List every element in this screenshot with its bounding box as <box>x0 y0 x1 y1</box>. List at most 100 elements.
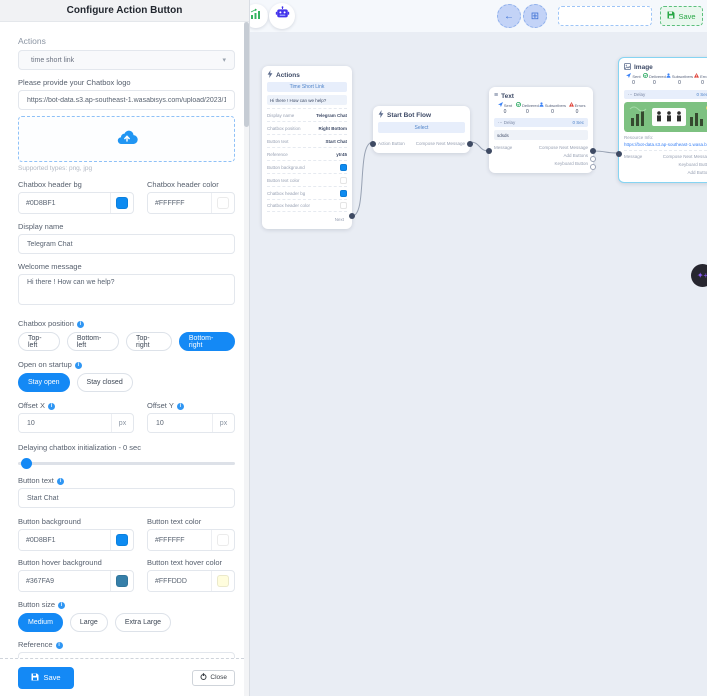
flow-canvas[interactable]: ← ⊞ Save Actions Time Short Lin <box>250 0 707 696</box>
text-content[interactable]: sdsds <box>494 130 588 140</box>
logo-upload-dropzone[interactable] <box>18 116 235 162</box>
color-swatch <box>340 202 347 209</box>
panel-title: Configure Action Button <box>0 0 249 22</box>
chatbox-header-color-swatch-button[interactable] <box>211 193 234 213</box>
image-thumbnail[interactable] <box>624 102 707 132</box>
scrollbar-thumb[interactable] <box>244 22 249 127</box>
action-select[interactable]: time short link ▾ <box>18 50 235 70</box>
color-swatch <box>217 197 229 209</box>
flow-name-input[interactable] <box>558 6 652 26</box>
close-button[interactable]: Close <box>192 670 235 686</box>
node-actions[interactable]: Actions Time Short Link Hi there ! How c… <box>262 66 352 229</box>
node-start-bot-flow[interactable]: Start Bot Flow Select Action Button Comp… <box>373 106 470 153</box>
select-flow-button[interactable]: Select <box>378 122 465 133</box>
position-top-right-pill[interactable]: Top-right <box>126 332 172 351</box>
welcome-message-label: Welcome message <box>18 262 235 271</box>
slider-thumb[interactable] <box>21 458 32 469</box>
slider-track[interactable] <box>18 462 235 465</box>
info-icon: i <box>75 362 82 369</box>
app-root: Configure Action Button Actions time sho… <box>0 0 707 696</box>
info-icon: i <box>177 403 184 410</box>
panel-scrollbar[interactable] <box>244 22 249 696</box>
position-bottom-right-pill[interactable]: Bottom-right <box>179 332 235 351</box>
config-row: Chatbox positionRight Bottom <box>267 121 347 134</box>
button-text-color-swatch-button[interactable] <box>211 530 234 550</box>
configure-action-button-panel: Configure Action Button Actions time sho… <box>0 0 250 696</box>
port-message-in[interactable] <box>616 151 622 157</box>
offset-x-group: px <box>18 413 134 433</box>
chatbox-header-bg-swatch-button[interactable] <box>110 193 133 213</box>
error-icon <box>569 102 574 108</box>
port-compose-next-out[interactable] <box>590 148 596 154</box>
analytics-shortcut-button[interactable] <box>250 4 268 28</box>
config-row: Referenceytr45 <box>267 147 347 160</box>
chatbox-position-pills: Top-left Bottom-left Top-right Bottom-ri… <box>18 332 235 351</box>
position-top-left-pill[interactable]: Top-left <box>18 332 60 351</box>
chatbox-header-bg-input[interactable] <box>19 193 110 213</box>
stat-errors: Errors 0 <box>566 102 588 115</box>
ellipsis-icon: ⋯ <box>628 92 633 97</box>
button-hover-background-swatch-button[interactable] <box>110 571 133 591</box>
stay-open-pill[interactable]: Stay open <box>18 373 70 392</box>
button-background-input[interactable] <box>19 530 110 550</box>
position-bottom-left-pill[interactable]: Bottom-left <box>67 332 119 351</box>
delay-slider[interactable] <box>18 457 235 469</box>
canvas-save-button[interactable]: Save <box>660 6 703 26</box>
size-large-pill[interactable]: Large <box>70 613 108 632</box>
grid-layout-button[interactable]: ⊞ <box>523 4 547 28</box>
delay-row[interactable]: ⋯ Delay 0 Sec <box>494 118 588 127</box>
offset-y-input[interactable] <box>148 414 212 432</box>
stat-sent: Sent 0 <box>624 73 643 87</box>
robot-icon <box>275 6 290 26</box>
node-image[interactable]: Image Sent 0 Delivered 0 Subscribers 0 E… <box>618 57 707 183</box>
resource-url-link[interactable]: https://bot-data.s3.ap-southeast-1.wasa.… <box>624 142 707 148</box>
start-ports-row: Action Button Compose Next Message <box>378 138 465 148</box>
info-icon: i <box>58 602 65 609</box>
color-swatch <box>116 575 128 587</box>
config-row: Button background <box>267 160 347 173</box>
port-message-in[interactable] <box>486 148 492 154</box>
button-hover-background-input[interactable] <box>19 571 110 591</box>
reference-label: Referencei <box>18 640 235 649</box>
stat-subscribers: Subscribers 0 <box>539 102 566 115</box>
size-extra-large-pill[interactable]: Extra Large <box>115 613 171 632</box>
button-background-swatch-button[interactable] <box>110 530 133 550</box>
chatbox-logo-url-input[interactable] <box>18 90 235 110</box>
add-node-fab[interactable]: ✦+ <box>691 264 707 287</box>
floppy-save-icon <box>31 673 39 683</box>
button-text-hover-color-input[interactable] <box>148 571 211 591</box>
button-text-hover-color-swatch-button[interactable] <box>211 571 234 591</box>
bot-shortcut-button[interactable] <box>269 3 295 29</box>
bolt-icon <box>267 70 273 80</box>
color-swatch <box>116 197 128 209</box>
subscribers-icon <box>539 102 544 108</box>
port-keyboard-button-out[interactable] <box>590 164 596 170</box>
port-compose-next-out[interactable] <box>467 141 473 147</box>
port-action-button-in[interactable] <box>370 141 376 147</box>
offset-x-label: Offset Xi <box>18 401 134 410</box>
offset-y-group: px <box>147 413 235 433</box>
delay-row[interactable]: ⋯ Delay 0 Sec <box>624 90 707 99</box>
node-text[interactable]: ≡ Text Sent 0 Delivered 0 Subscribers 0 … <box>489 87 593 173</box>
canvas-topbar: ← ⊞ Save <box>250 0 707 32</box>
chatbox-header-color-input[interactable] <box>148 193 211 213</box>
size-medium-pill[interactable]: Medium <box>18 613 63 632</box>
port-label-compose-next: Compose Next Message <box>663 153 707 161</box>
save-button[interactable]: Save <box>18 667 74 689</box>
button-text-color-input[interactable] <box>148 530 211 550</box>
time-short-link-pill[interactable]: Time Short Link <box>267 82 347 92</box>
offset-x-unit: px <box>111 414 133 432</box>
button-text-input[interactable] <box>18 488 235 508</box>
offset-x-input[interactable] <box>19 414 111 432</box>
port-label-message: Message <box>494 144 512 152</box>
port-next-out[interactable] <box>349 213 355 219</box>
button-text-hover-color-label: Button text hover color <box>147 558 235 567</box>
display-name-input[interactable] <box>18 234 235 254</box>
welcome-message-textarea[interactable]: Hi there ! How can we help? <box>18 274 235 305</box>
color-swatch <box>116 534 128 546</box>
port-add-buttons-out[interactable] <box>590 156 596 162</box>
back-button[interactable]: ← <box>497 4 521 28</box>
port-label-keyboard-button: Keyboard Button <box>554 160 588 168</box>
info-icon: i <box>56 642 63 649</box>
stay-closed-pill[interactable]: Stay closed <box>77 373 133 392</box>
